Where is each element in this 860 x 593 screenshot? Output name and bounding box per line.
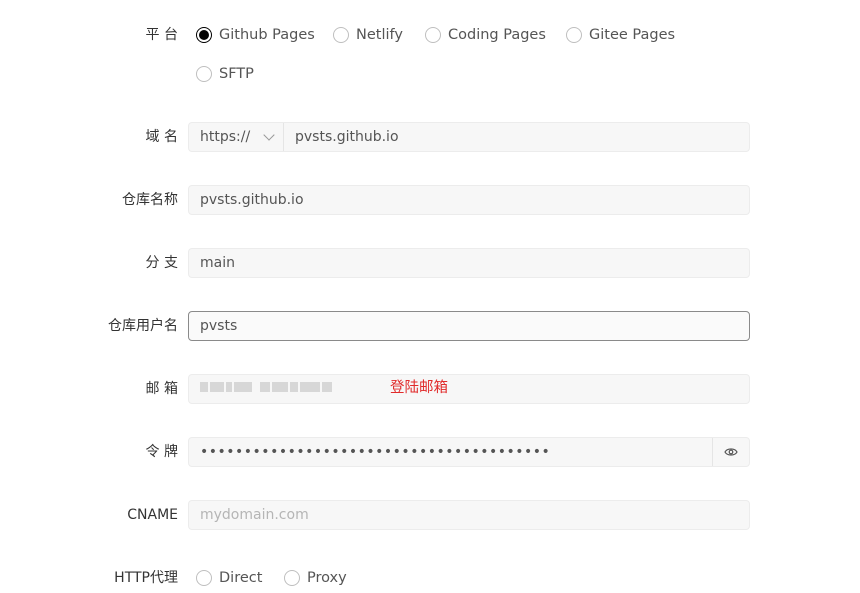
platform-option-sftp[interactable]: SFTP — [196, 64, 254, 84]
repo-name-label: 仓库名称 — [122, 192, 178, 208]
repo-user-input[interactable] — [189, 312, 749, 340]
radio-label: SFTP — [219, 66, 254, 82]
branch-label: 分 支 — [145, 255, 178, 271]
token-field — [188, 437, 750, 467]
proxy-label: HTTP代理 — [114, 570, 178, 586]
platform-option-github-pages[interactable]: Github Pages — [196, 25, 315, 45]
cname-input[interactable] — [189, 501, 749, 529]
radio-label: Proxy — [307, 570, 347, 586]
platform-option-netlify[interactable]: Netlify — [333, 25, 403, 45]
radio-circle — [196, 570, 212, 586]
platform-option-coding-pages[interactable]: Coding Pages — [425, 25, 546, 45]
chevron-down-icon — [263, 129, 275, 141]
token-label: 令 牌 — [145, 444, 178, 460]
radio-label: Github Pages — [219, 27, 315, 43]
radio-label: Netlify — [356, 27, 403, 43]
token-input[interactable] — [189, 438, 712, 466]
radio-label: Gitee Pages — [589, 27, 676, 43]
platform-label: 平 台 — [145, 27, 178, 43]
radio-circle — [333, 27, 349, 43]
domain-field: https:// — [188, 122, 750, 152]
eye-icon — [724, 448, 738, 456]
branch-input[interactable] — [189, 249, 749, 277]
repo-name-field — [188, 185, 750, 215]
proxy-option-proxy[interactable]: Proxy — [284, 568, 347, 588]
radio-circle — [284, 570, 300, 586]
email-annotation: 登陆邮箱 — [390, 380, 448, 396]
reveal-token-button[interactable] — [712, 438, 749, 466]
cname-field — [188, 500, 750, 530]
radio-circle — [425, 27, 441, 43]
email-label: 邮 箱 — [145, 381, 178, 397]
platform-option-gitee-pages[interactable]: Gitee Pages — [566, 25, 675, 45]
proxy-option-direct[interactable]: Direct — [196, 568, 262, 588]
redacted-email — [200, 380, 340, 394]
domain-input[interactable] — [284, 123, 749, 151]
repo-user-label: 仓库用户名 — [108, 318, 178, 334]
repo-user-field — [188, 311, 750, 341]
radio-circle — [196, 27, 212, 43]
radio-label: Direct — [219, 570, 263, 586]
cname-label: CNAME — [127, 507, 178, 523]
protocol-value: https:// — [200, 129, 251, 145]
protocol-select[interactable]: https:// — [189, 123, 284, 151]
radio-circle — [196, 66, 212, 82]
radio-label: Coding Pages — [448, 27, 546, 43]
repo-name-input[interactable] — [189, 186, 749, 214]
branch-field — [188, 248, 750, 278]
domain-label: 域 名 — [145, 129, 178, 145]
radio-circle — [566, 27, 582, 43]
